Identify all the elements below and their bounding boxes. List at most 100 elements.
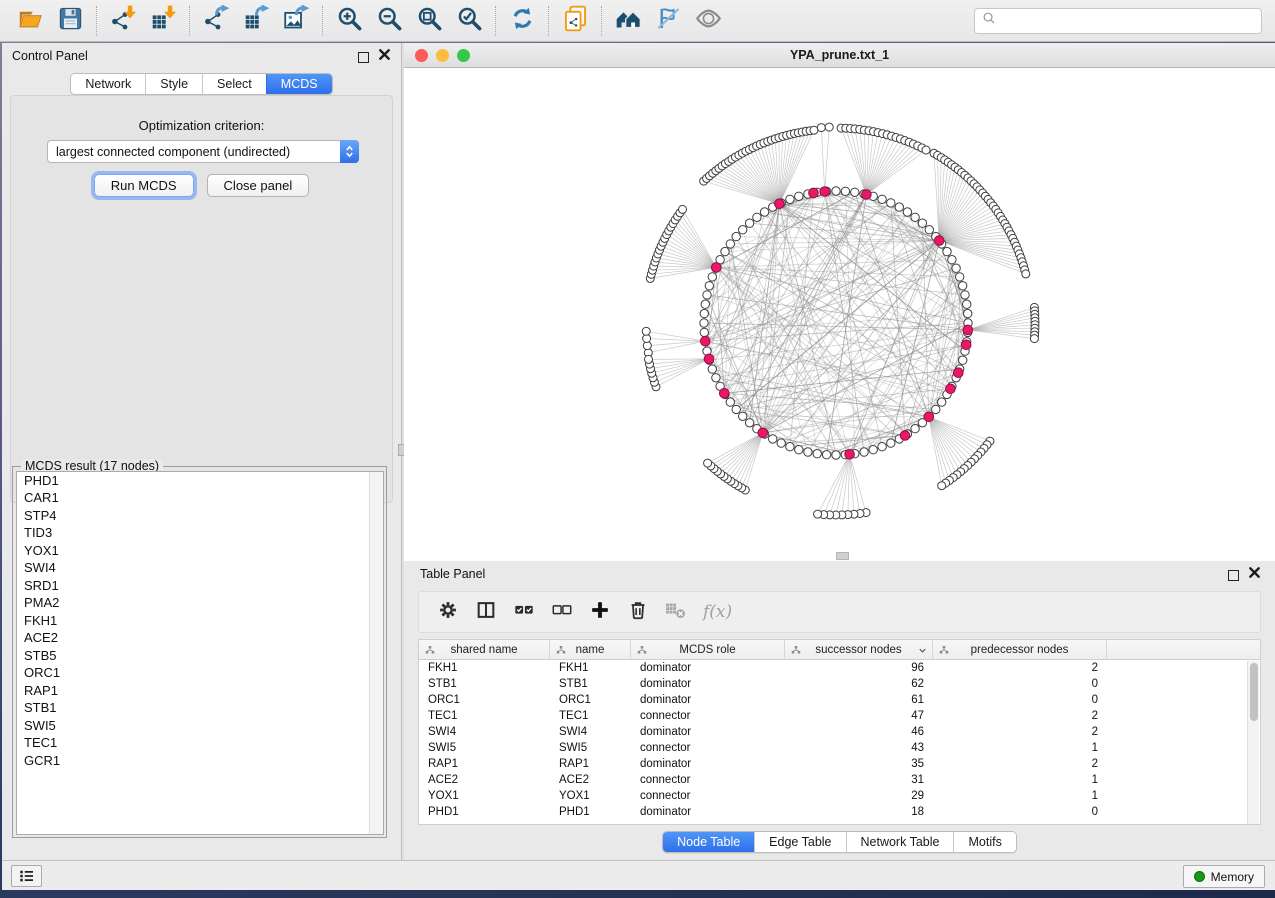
mcds-node-item[interactable]: GCR1 bbox=[17, 752, 383, 770]
sort-descending-icon[interactable] bbox=[917, 645, 928, 659]
table-row[interactable]: TEC1TEC1connector472 bbox=[419, 708, 1260, 724]
delete-table-button[interactable] bbox=[661, 597, 691, 627]
open-button[interactable] bbox=[10, 4, 50, 38]
cell-shared-name: RAP1 bbox=[419, 756, 550, 772]
function-builder-button[interactable]: f(x) bbox=[703, 602, 732, 622]
add-button[interactable] bbox=[585, 597, 615, 627]
close-panel-button[interactable]: Close panel bbox=[207, 174, 310, 197]
search-box[interactable] bbox=[974, 8, 1262, 34]
table-row[interactable]: ACE2ACE2connector311 bbox=[419, 772, 1260, 788]
mcds-node-item[interactable]: STB5 bbox=[17, 647, 383, 665]
table-row[interactable]: RAP1RAP1dominator352 bbox=[419, 756, 1260, 772]
table-scrollbar[interactable] bbox=[1247, 661, 1259, 824]
network-graph[interactable] bbox=[404, 68, 1275, 561]
tab-select[interactable]: Select bbox=[202, 74, 266, 94]
mcds-node-item[interactable]: FKH1 bbox=[17, 612, 383, 630]
eye-show-icon bbox=[695, 5, 722, 37]
criterion-dropdown[interactable]: largest connected component (undirected) bbox=[47, 140, 359, 163]
columns-button[interactable] bbox=[471, 597, 501, 627]
mcds-node-item[interactable]: CAR1 bbox=[17, 490, 383, 508]
mcds-node-item[interactable]: SWI4 bbox=[17, 560, 383, 578]
table-row[interactable]: SWI4SWI4dominator462 bbox=[419, 724, 1260, 740]
zoom-fit-button[interactable] bbox=[409, 4, 449, 38]
float-panel-icon[interactable] bbox=[358, 52, 369, 63]
cell-MCDS-role: dominator bbox=[631, 804, 785, 820]
flag-hide-button[interactable] bbox=[648, 4, 688, 38]
import-network-button[interactable] bbox=[103, 4, 143, 38]
mcds-node-item[interactable]: ACE2 bbox=[17, 630, 383, 648]
export-network-button[interactable] bbox=[196, 4, 236, 38]
mcds-list-scrollbar[interactable] bbox=[369, 472, 383, 834]
mcds-node-item[interactable]: STP4 bbox=[17, 507, 383, 525]
mcds-node-item[interactable]: TID3 bbox=[17, 525, 383, 543]
tab-network-table[interactable]: Network Table bbox=[846, 832, 954, 852]
tab-node-table[interactable]: Node Table bbox=[663, 832, 754, 852]
mcds-node-item[interactable]: YOX1 bbox=[17, 542, 383, 560]
zoom-out-button[interactable] bbox=[369, 4, 409, 38]
close-table-panel-icon[interactable] bbox=[1248, 566, 1261, 584]
deselect-all-button[interactable] bbox=[547, 597, 577, 627]
table-row[interactable]: ORC1ORC1dominator610 bbox=[419, 692, 1260, 708]
zoom-in-icon bbox=[336, 5, 363, 37]
table-row[interactable]: YOX1YOX1connector291 bbox=[419, 788, 1260, 804]
refresh-button[interactable] bbox=[502, 4, 542, 38]
tab-network[interactable]: Network bbox=[71, 74, 145, 94]
column-header-name[interactable]: name bbox=[550, 640, 631, 659]
eye-show-button[interactable] bbox=[688, 4, 728, 38]
mcds-node-item[interactable]: SWI5 bbox=[17, 717, 383, 735]
export-image-button[interactable] bbox=[276, 4, 316, 38]
select-all-button[interactable] bbox=[509, 597, 539, 627]
zoom-selected-button[interactable] bbox=[449, 4, 489, 38]
mcds-node-item[interactable]: RAP1 bbox=[17, 682, 383, 700]
mcds-result-list[interactable]: PHD1CAR1STP4TID3YOX1SWI4SRD1PMA2FKH1ACE2… bbox=[16, 471, 384, 835]
column-header-shared-name[interactable]: shared name bbox=[419, 640, 550, 659]
control-panel-tabs: NetworkStyleSelectMCDS bbox=[70, 73, 332, 95]
main-toolbar bbox=[0, 0, 1275, 42]
run-mcds-button[interactable]: Run MCDS bbox=[94, 174, 194, 197]
table-toolbar-icons bbox=[433, 597, 691, 627]
tab-style[interactable]: Style bbox=[145, 74, 202, 94]
search-input[interactable] bbox=[998, 14, 1255, 28]
zoom-in-button[interactable] bbox=[329, 4, 369, 38]
tab-mcds[interactable]: MCDS bbox=[266, 74, 332, 94]
column-header-successor-nodes[interactable]: successor nodes bbox=[785, 640, 933, 659]
table-toolbar: f(x) bbox=[418, 591, 1261, 633]
memory-button[interactable]: Memory bbox=[1183, 865, 1265, 888]
table-row[interactable]: PHD1PHD1dominator180 bbox=[419, 804, 1260, 820]
column-header-MCDS-role[interactable]: MCDS role bbox=[631, 640, 785, 659]
network-window-titlebar[interactable]: YPA_prune.txt_1 bbox=[404, 43, 1275, 68]
save-button[interactable] bbox=[50, 4, 90, 38]
log-console-button[interactable] bbox=[11, 865, 42, 887]
float-table-panel-icon[interactable] bbox=[1228, 570, 1239, 581]
main-toolbar-groups bbox=[10, 0, 728, 41]
zoom-window-button[interactable] bbox=[457, 49, 470, 62]
mcds-node-item[interactable]: TEC1 bbox=[17, 735, 383, 753]
table-row[interactable]: SWI5SWI5connector431 bbox=[419, 740, 1260, 756]
mcds-node-item[interactable]: STB1 bbox=[17, 700, 383, 718]
mcds-node-item[interactable]: ORC1 bbox=[17, 665, 383, 683]
cell-shared-name: PHD1 bbox=[419, 804, 550, 820]
table-scrollbar-thumb[interactable] bbox=[1250, 663, 1258, 721]
table-row[interactable]: FKH1FKH1dominator962 bbox=[419, 660, 1260, 676]
chevron-updown-icon bbox=[340, 140, 359, 163]
horizontal-splitter-handle[interactable] bbox=[836, 552, 849, 560]
clone-network-button[interactable] bbox=[555, 4, 595, 38]
mcds-node-item[interactable]: PMA2 bbox=[17, 595, 383, 613]
mcds-node-item[interactable]: PHD1 bbox=[17, 472, 383, 490]
two-houses-button[interactable] bbox=[608, 4, 648, 38]
close-window-button[interactable] bbox=[415, 49, 428, 62]
close-panel-icon[interactable] bbox=[378, 48, 391, 66]
minimize-window-button[interactable] bbox=[436, 49, 449, 62]
settings-button[interactable] bbox=[433, 597, 463, 627]
control-panel: Control Panel NetworkStyleSelectMCDS Opt… bbox=[2, 43, 401, 860]
export-table-button[interactable] bbox=[236, 4, 276, 38]
cell-name: ACE2 bbox=[550, 772, 631, 788]
import-table-button[interactable] bbox=[143, 4, 183, 38]
tab-motifs[interactable]: Motifs bbox=[953, 832, 1015, 852]
tab-edge-table[interactable]: Edge Table bbox=[754, 832, 845, 852]
delete-button[interactable] bbox=[623, 597, 653, 627]
column-header-predecessor-nodes[interactable]: predecessor nodes bbox=[933, 640, 1107, 659]
network-canvas[interactable] bbox=[404, 68, 1275, 561]
table-row[interactable]: STB1STB1dominator620 bbox=[419, 676, 1260, 692]
mcds-node-item[interactable]: SRD1 bbox=[17, 577, 383, 595]
